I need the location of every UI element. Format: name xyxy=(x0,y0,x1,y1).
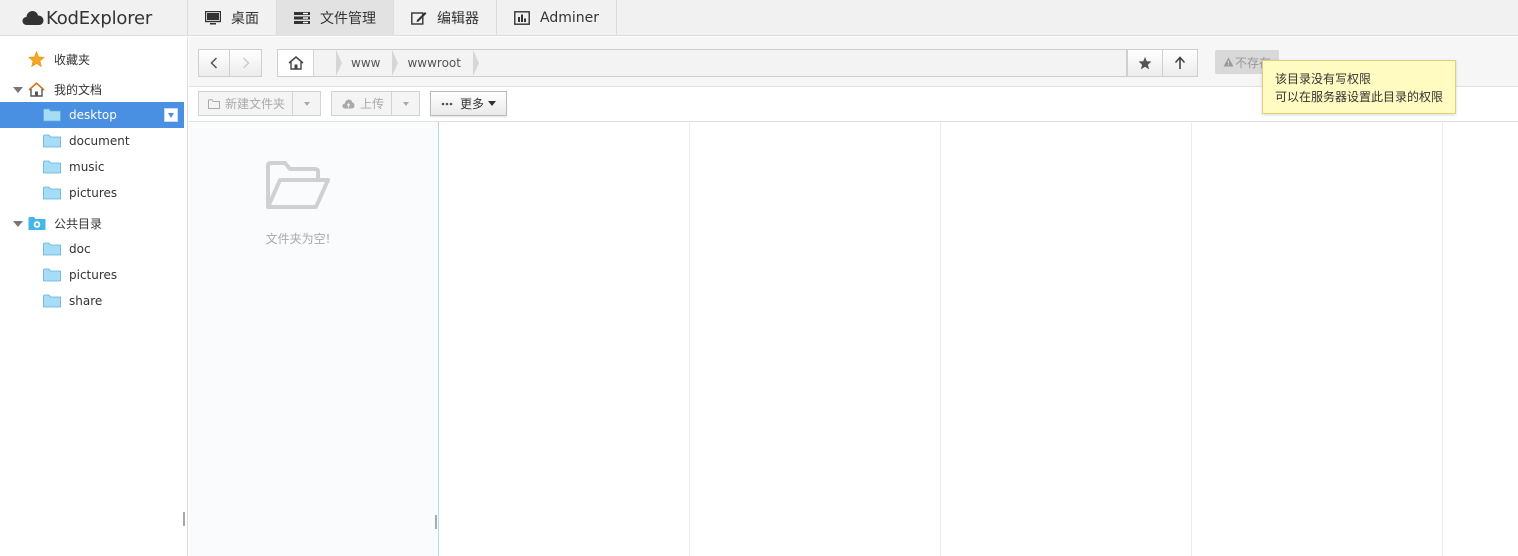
brand-logo[interactable]: KodExplorer xyxy=(0,0,188,36)
sidebar-item-label: 公共目录 xyxy=(54,216,103,231)
file-column[interactable] xyxy=(942,122,1192,556)
new-folder-label: 新建文件夹 xyxy=(225,97,286,111)
tab-editor[interactable]: 编辑器 xyxy=(394,0,497,36)
sidebar-item-label: desktop xyxy=(69,108,117,122)
empty-folder-label: 文件夹为空! xyxy=(265,232,331,246)
sidebar-item-doc[interactable]: doc xyxy=(0,236,184,262)
folder-icon xyxy=(43,186,61,200)
sidebar-item-document[interactable]: document xyxy=(0,128,184,154)
open-folder-icon xyxy=(266,161,330,209)
caret-down-icon xyxy=(303,101,310,106)
tab-label: 编辑器 xyxy=(437,11,479,27)
more-label: 更多 xyxy=(459,97,484,111)
upload-button[interactable]: 上传 xyxy=(331,91,420,116)
new-folder-dropdown[interactable] xyxy=(292,92,320,115)
arrow-up-icon xyxy=(1174,56,1186,69)
sidebar-item-label: pictures xyxy=(69,186,118,200)
home-icon xyxy=(28,81,45,97)
caret-down-icon xyxy=(402,101,409,106)
caret-down-icon xyxy=(488,101,496,106)
chevron-down-icon[interactable] xyxy=(13,87,23,93)
folder-icon xyxy=(43,268,61,282)
home-icon xyxy=(288,56,303,70)
address-bar[interactable]: www wwwroot xyxy=(277,49,1127,77)
top-navbar: KodExplorer 桌面 文件管理 编辑器 Adminer xyxy=(0,0,1518,36)
file-manager-icon xyxy=(294,12,310,24)
brand-name: KodExplorer xyxy=(46,7,153,29)
folder-icon xyxy=(43,242,61,256)
sidebar-item-share[interactable]: share xyxy=(0,288,184,314)
file-column[interactable] xyxy=(440,122,690,556)
sidebar-item-label: doc xyxy=(69,242,91,256)
permission-tooltip: 该目录没有写权限 可以在服务器设置此目录的权限 xyxy=(1262,60,1456,114)
file-column[interactable] xyxy=(691,122,941,556)
folder-outline-icon xyxy=(208,98,220,109)
sidebar-item-label: share xyxy=(69,294,103,308)
sidebar-item-label: music xyxy=(69,160,105,174)
breadcrumb-label: www xyxy=(351,56,381,70)
tab-label: 文件管理 xyxy=(320,11,376,27)
cloud-upload-icon xyxy=(342,99,355,108)
monitor-icon xyxy=(205,11,221,25)
tab-adminer[interactable]: Adminer xyxy=(497,0,617,36)
more-button[interactable]: 更多 xyxy=(430,91,507,116)
sidebar-item-my-docs[interactable]: 我的文档 xyxy=(0,76,184,102)
sidebar-item-pictures[interactable]: pictures xyxy=(0,180,184,206)
bar-chart-icon xyxy=(514,11,530,25)
sidebar-resize-handle[interactable] xyxy=(183,512,185,526)
star-icon xyxy=(28,51,45,67)
file-column[interactable] xyxy=(1193,122,1443,556)
sidebar-item-public-pictures[interactable]: pictures xyxy=(0,262,184,288)
forward-button[interactable] xyxy=(230,49,262,77)
sidebar-item-label: pictures xyxy=(69,268,118,282)
chevron-right-icon xyxy=(242,57,250,69)
breadcrumb-label: wwwroot xyxy=(407,56,461,70)
upload-dropdown[interactable] xyxy=(391,92,419,115)
folder-icon xyxy=(43,134,61,148)
breadcrumb-www[interactable]: www xyxy=(336,50,399,76)
history-buttons xyxy=(198,49,262,77)
ellipsis-icon xyxy=(441,102,453,105)
tab-desktop[interactable]: 桌面 xyxy=(188,0,277,36)
edit-icon xyxy=(411,12,427,25)
tab-label: Adminer xyxy=(540,10,599,26)
tab-label: 桌面 xyxy=(231,11,259,27)
sidebar-tree: 收藏夹 我的文档 desktop document music pictures… xyxy=(0,37,188,556)
star-icon xyxy=(1138,56,1152,70)
folder-icon xyxy=(43,160,61,174)
warning-icon xyxy=(1223,57,1234,67)
sidebar-item-label: document xyxy=(69,134,130,148)
sidebar-item-music[interactable]: music xyxy=(0,154,184,180)
main-panel: www wwwroot 不存在 新建文件夹 上传 更多 文件夹为空! xyxy=(189,37,1518,556)
tooltip-line-2: 可以在服务器设置此目录的权限 xyxy=(1275,90,1444,104)
empty-folder-message: 文件夹为空! xyxy=(189,160,407,247)
folder-icon xyxy=(43,108,61,122)
breadcrumb-root[interactable] xyxy=(314,50,342,76)
file-columns-view: 文件夹为空! xyxy=(189,122,1518,556)
cloud-icon xyxy=(22,11,44,25)
home-button[interactable] xyxy=(278,50,314,76)
upload-label: 上传 xyxy=(360,97,385,111)
sidebar-item-label: 收藏夹 xyxy=(54,52,91,67)
folder-icon xyxy=(43,294,61,308)
sidebar-item-desktop[interactable]: desktop xyxy=(0,102,184,128)
sidebar-item-favorites[interactable]: 收藏夹 xyxy=(0,46,184,72)
tab-file-manager[interactable]: 文件管理 xyxy=(277,0,394,36)
back-button[interactable] xyxy=(198,49,230,77)
chevron-down-icon[interactable] xyxy=(13,221,23,227)
new-folder-button[interactable]: 新建文件夹 xyxy=(198,91,321,116)
item-menu-dropdown[interactable] xyxy=(164,108,178,122)
public-folder-icon xyxy=(28,216,46,230)
file-column-current[interactable]: 文件夹为空! xyxy=(189,122,439,556)
breadcrumb-wwwroot[interactable]: wwwroot xyxy=(392,50,479,76)
sidebar-item-label: 我的文档 xyxy=(54,82,103,97)
parent-folder-button[interactable] xyxy=(1162,49,1198,77)
chevron-left-icon xyxy=(210,57,218,69)
tooltip-line-1: 该目录没有写权限 xyxy=(1275,72,1372,86)
column-resize-handle[interactable] xyxy=(435,515,437,529)
sidebar-item-public[interactable]: 公共目录 xyxy=(0,210,184,236)
favorite-button[interactable] xyxy=(1127,49,1163,77)
